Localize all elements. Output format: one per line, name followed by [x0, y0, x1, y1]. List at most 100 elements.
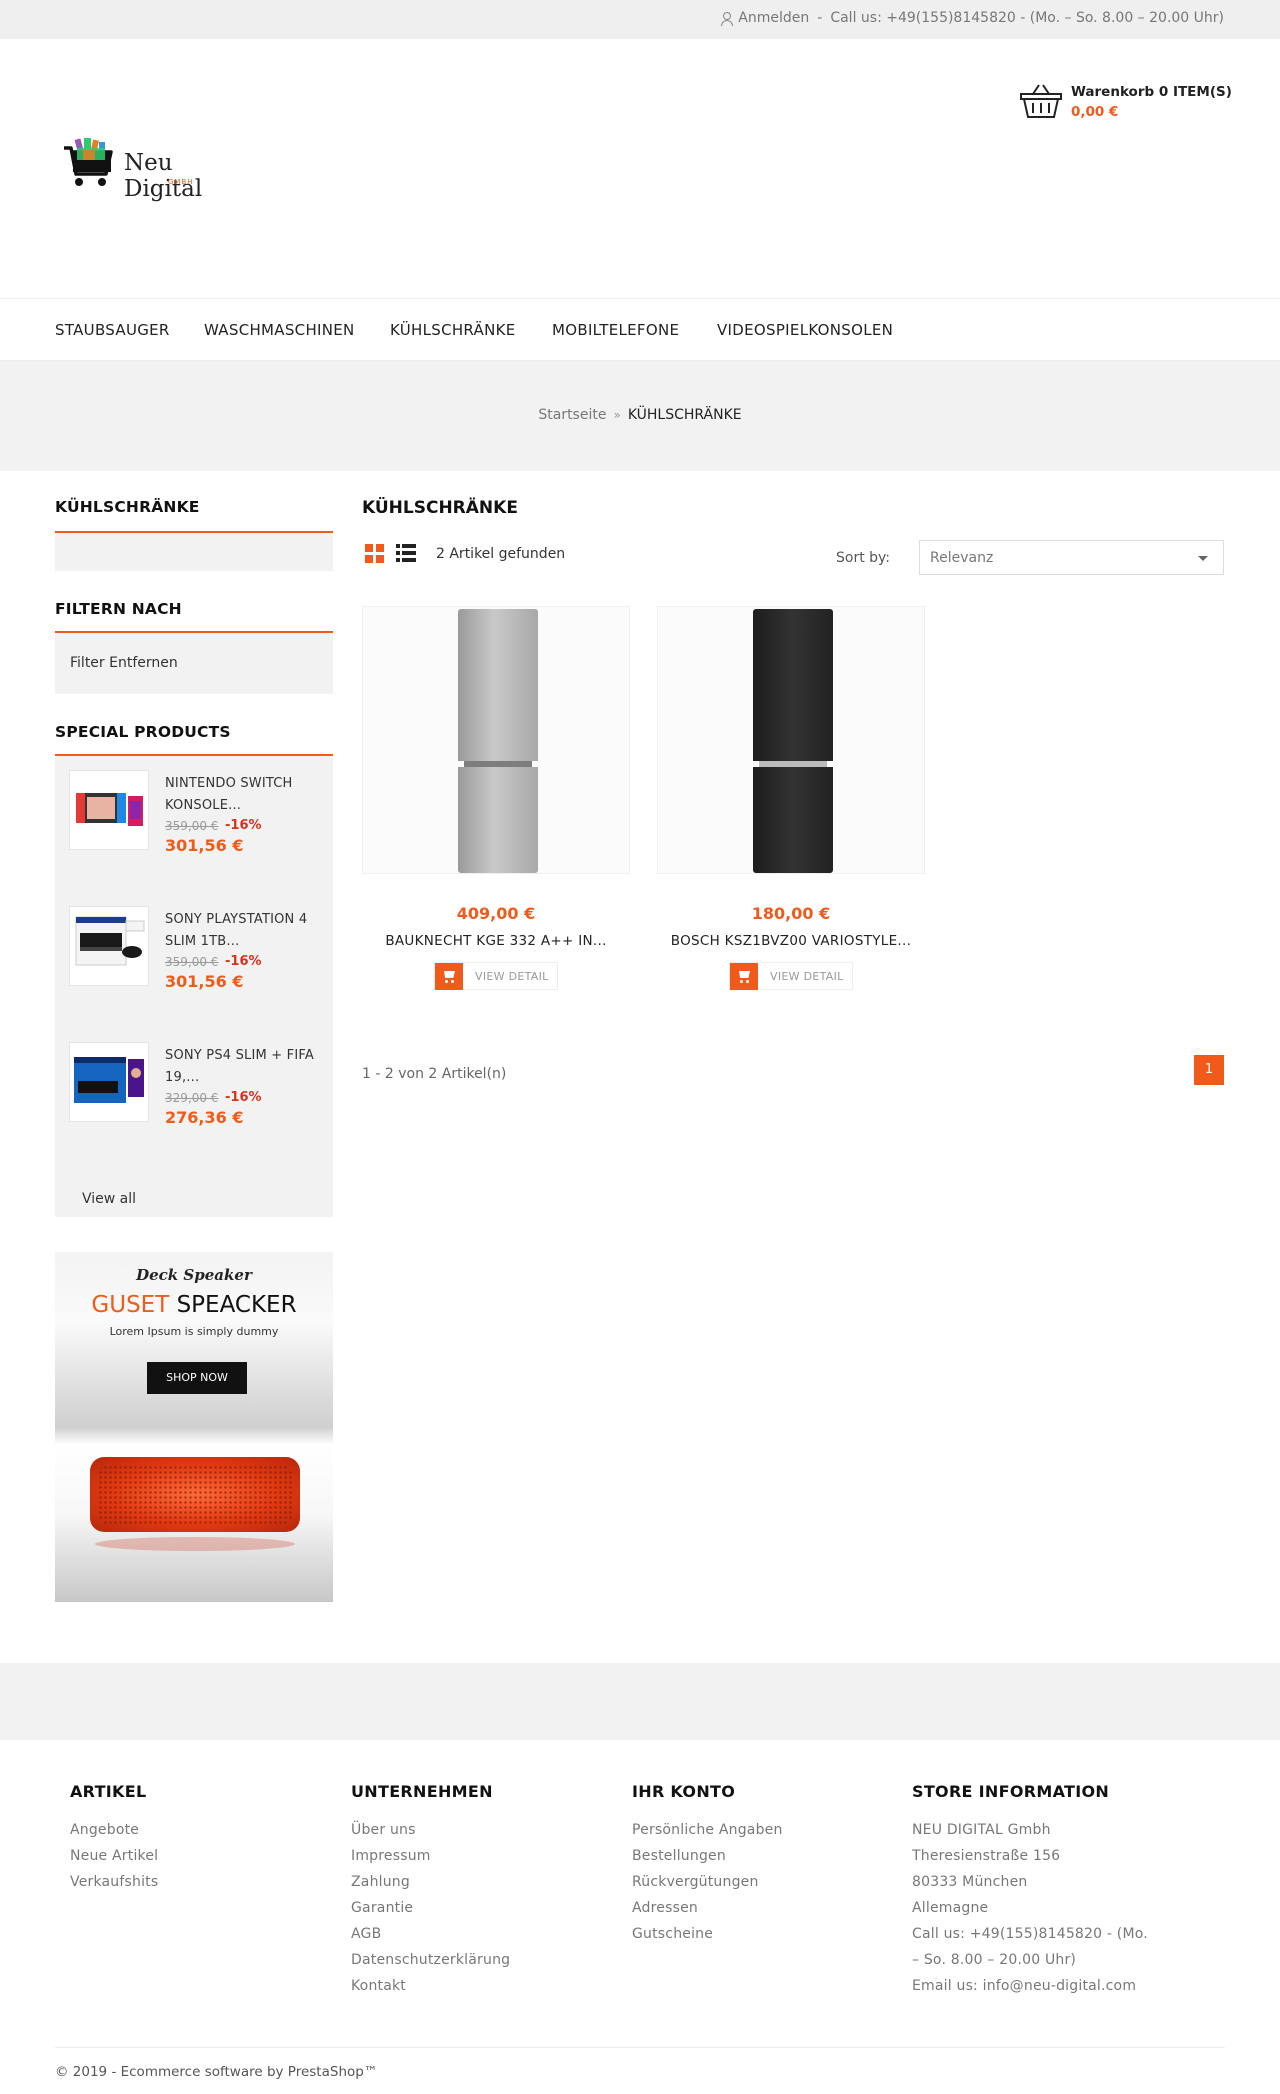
footer-link[interactable]: AGB [351, 1921, 510, 1947]
filter-title: FILTERN NACH [55, 600, 182, 618]
footer-divider [55, 2047, 1225, 2048]
view-detail-label: VIEW DETAIL [770, 970, 844, 983]
fridge-black-image [753, 609, 833, 873]
category-tree-box [55, 533, 333, 571]
product-price: 180,00 € [751, 904, 831, 923]
list-view-icon[interactable] [396, 544, 416, 563]
product-image[interactable] [362, 606, 630, 874]
special-product-old-price: 329,00 € [165, 1091, 219, 1105]
product-name[interactable]: BOSCH KSZ1BVZ00 VARIOSTYLE... [657, 933, 925, 949]
breadcrumb-current: KÜHLSCHRÄNKE [627, 407, 742, 423]
nav-item-videospielkonsolen[interactable]: VIDEOSPIELKONSOLEN [717, 321, 893, 339]
user-icon[interactable] [720, 11, 734, 26]
product-price: 409,00 € [456, 904, 536, 923]
speaker-reflection [95, 1537, 295, 1551]
footer-link[interactable]: Rückvergütungen [632, 1869, 783, 1895]
footer-link[interactable]: Bestellungen [632, 1843, 783, 1869]
top-bar: Anmelden - Call us: +49(155)8145820 - (M… [0, 0, 1280, 39]
cart-widget[interactable]: Warenkorb 0 ITEM(S) 0,00 € [1019, 83, 1232, 123]
shop-now-button[interactable]: SHOP NOW [147, 1362, 247, 1394]
special-product-discount: -16% [225, 1090, 262, 1105]
sidebar-category-title: KÜHLSCHRÄNKE [55, 498, 200, 516]
cart-icon [730, 963, 758, 990]
banner-title-rest: SPEACKER [176, 1292, 297, 1318]
footer-title: IHR KONTO [632, 1782, 736, 1801]
view-detail-button[interactable]: VIEW DETAIL [729, 962, 853, 990]
special-product-item[interactable]: NINTENDO SWITCH KONSOLE... 359,00 € -16%… [55, 756, 333, 876]
product-thumbnail[interactable] [69, 770, 149, 850]
site-logo[interactable]: Neu Digital GMBH [62, 136, 252, 206]
contact-info: Call us: +49(155)8145820 - (Mo. – So. 8.… [830, 10, 1224, 26]
special-product-item[interactable]: SONY PLAYSTATION 4 SLIM 1TB... 359,00 € … [55, 892, 333, 1012]
basket-icon [1020, 84, 1062, 118]
footer-col-ihr-konto: IHR KONTO Persönliche Angaben Bestellung… [632, 1782, 783, 1947]
special-product-name[interactable]: NINTENDO SWITCH KONSOLE... [165, 773, 315, 817]
fridge-silver-image [458, 609, 538, 873]
footer-link[interactable]: Über uns [351, 1817, 510, 1843]
speaker-image [90, 1457, 300, 1532]
breadcrumb-home[interactable]: Startseite [538, 407, 606, 423]
view-detail-button[interactable]: VIEW DETAIL [434, 962, 558, 990]
footer-title: ARTIKEL [70, 1782, 147, 1801]
banner-title-highlight: GUSET [91, 1292, 170, 1318]
special-product-price: 301,56 € [165, 972, 244, 991]
product-image[interactable] [657, 606, 925, 874]
logo-text: Neu Digital [124, 150, 203, 202]
pagination-summary: 1 - 2 von 2 Artikel(n) [362, 1066, 507, 1082]
footer-col-artikel: ARTIKEL Angebote Neue Artikel Verkaufshi… [70, 1782, 158, 1895]
login-link[interactable]: Anmelden [738, 10, 809, 26]
pagination-page-1[interactable]: 1 [1194, 1055, 1224, 1085]
sort-label: Sort by: [836, 550, 891, 566]
copyright[interactable]: © 2019 - Ecommerce software by PrestaSho… [55, 2064, 377, 2080]
store-info-line: Allemagne [912, 1900, 989, 1916]
special-product-item[interactable]: SONY PS4 SLIM + FIFA 19,... 329,00 € -16… [55, 1028, 333, 1148]
view-all-link[interactable]: View all [82, 1191, 136, 1207]
playstation-4-image [75, 916, 145, 966]
grid-view-icon[interactable] [365, 544, 384, 563]
nav-item-mobiltelefone[interactable]: MOBILTELEFONE [552, 321, 679, 339]
special-products-title: SPECIAL PRODUCTS [55, 723, 231, 741]
product-thumbnail[interactable] [69, 906, 149, 986]
cart-label: Warenkorb 0 ITEM(S) [1071, 84, 1232, 100]
special-product-old-price: 359,00 € [165, 955, 219, 969]
sort-select[interactable]: Relevanz [919, 540, 1224, 575]
product-count: 2 Artikel gefunden [436, 546, 566, 562]
nav-item-waschmaschinen[interactable]: WASCHMASCHINEN [204, 321, 355, 339]
footer-link[interactable]: Impressum [351, 1843, 510, 1869]
topbar-separator: - [817, 10, 823, 26]
store-email[interactable]: Email us: info@neu-digital.com [912, 1973, 1157, 1999]
special-product-name[interactable]: SONY PLAYSTATION 4 SLIM 1TB... [165, 909, 315, 953]
special-product-name[interactable]: SONY PS4 SLIM + FIFA 19,... [165, 1045, 315, 1089]
special-product-discount: -16% [225, 818, 262, 833]
logo-subtext: GMBH [168, 178, 194, 186]
filter-clear-link[interactable]: Filter Entfernen [70, 655, 178, 671]
footer-link[interactable]: Gutscheine [632, 1921, 783, 1947]
product-card[interactable]: 180,00 € BOSCH KSZ1BVZ00 VARIOSTYLE... V… [657, 606, 925, 996]
promo-banner[interactable]: Deck Speaker GUSET SPEACKER Lorem Ipsum … [55, 1252, 333, 1602]
footer-link[interactable]: Adressen [632, 1895, 783, 1921]
nav-item-staubsauger[interactable]: STAUBSAUGER [55, 321, 170, 339]
special-product-old-price: 359,00 € [165, 819, 219, 833]
footer-link[interactable]: Garantie [351, 1895, 510, 1921]
product-thumbnail[interactable] [69, 1042, 149, 1122]
store-info-line: Theresienstraße 156 [912, 1848, 1061, 1864]
footer-title: STORE INFORMATION [912, 1782, 1110, 1801]
caret-down-icon [1198, 556, 1208, 561]
breadcrumb: Startseite » KÜHLSCHRÄNKE [0, 407, 1280, 423]
nav-item-kuehlschraenke[interactable]: KÜHLSCHRÄNKE [390, 321, 516, 339]
footer-link[interactable]: Kontakt [351, 1973, 510, 1999]
filter-box: Filter Entfernen [55, 633, 333, 694]
sort-selected-value: Relevanz [930, 550, 994, 566]
breadcrumb-band: Startseite » KÜHLSCHRÄNKE [0, 361, 1280, 471]
footer-link[interactable]: Angebote [70, 1817, 158, 1843]
footer-link[interactable]: Zahlung [351, 1869, 510, 1895]
product-name[interactable]: BAUKNECHT KGE 332 A++ IN... [362, 933, 630, 949]
banner-title: GUSET SPEACKER [55, 1292, 333, 1318]
footer-link[interactable]: Verkaufshits [70, 1869, 158, 1895]
banner-script-text: Deck Speaker [136, 1266, 252, 1284]
footer-link[interactable]: Neue Artikel [70, 1843, 158, 1869]
footer-link[interactable]: Datenschutzerklärung [351, 1947, 510, 1973]
product-card[interactable]: 409,00 € BAUKNECHT KGE 332 A++ IN... VIE… [362, 606, 630, 996]
footer-link[interactable]: Persönliche Angaben [632, 1817, 783, 1843]
cart-icon [435, 963, 463, 990]
